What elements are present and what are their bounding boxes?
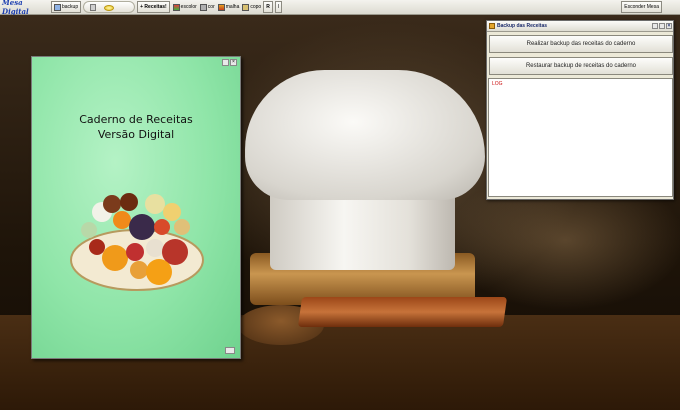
backup-window-title: Backup das Receitas [497, 23, 548, 29]
fruit-basket-image [70, 193, 204, 291]
extra-button[interactable]: I [274, 1, 283, 13]
close-icon[interactable]: × [230, 59, 237, 66]
backup-button-label: backup [62, 4, 79, 10]
add-recipes-label: + Receitas! [140, 4, 167, 10]
backup-window-titlebar[interactable]: Backup das Receitas × [487, 21, 673, 32]
minimize-icon[interactable] [222, 59, 229, 66]
tool-malha[interactable]: malha [217, 1, 241, 13]
cookbook-title-line1: Caderno de Receitas [79, 113, 193, 126]
hide-table-label: Esconder Mesa [624, 4, 659, 10]
add-recipes-button[interactable]: + Receitas! [137, 1, 170, 13]
lock-icon [90, 4, 97, 11]
backup-window-icon [489, 23, 495, 29]
cookbook-controls: × [222, 59, 237, 66]
tool-escolor[interactable]: escolor [172, 1, 198, 13]
minimize-icon[interactable] [652, 23, 658, 29]
log-area[interactable]: LOG [488, 78, 673, 197]
red-book [297, 297, 508, 327]
maximize-icon[interactable] [659, 23, 665, 29]
window-controls: × [652, 23, 673, 29]
disk-icon [54, 3, 61, 11]
r-button[interactable]: R [263, 1, 273, 13]
close-icon[interactable]: × [666, 23, 672, 29]
light-toggle-slider[interactable] [83, 1, 136, 13]
app-brand: Mesa Digital [2, 0, 29, 16]
top-toolbar: Mesa Digital backup + Receitas! escolor … [0, 0, 680, 16]
restore-backup-button[interactable]: Restaurar backup de receitas do caderno [489, 57, 673, 75]
resize-icon[interactable] [225, 347, 235, 354]
cookbook-title-line2: Versão Digital [97, 128, 175, 141]
cookbook-window[interactable]: × Caderno de Receitas Versão Digital [31, 56, 241, 359]
cookbook-title: Caderno de Receitas Versão Digital [32, 112, 240, 142]
cup-icon [242, 3, 250, 11]
hide-table-button[interactable]: Esconder Mesa [621, 1, 662, 13]
extra-button-label: I [277, 4, 280, 10]
tool-cor[interactable]: cor [199, 1, 216, 13]
color-icon [199, 3, 207, 11]
tool-escolor-label: escolor [180, 4, 197, 10]
tool-copo[interactable]: copo [241, 1, 262, 13]
light-bulb-icon [104, 5, 115, 11]
paint-icon [172, 3, 180, 11]
grid-icon [217, 3, 225, 11]
tool-malha-label: malha [225, 4, 240, 10]
r-button-label: R [266, 4, 270, 10]
chef-hat-top [245, 70, 485, 200]
tool-copo-label: copo [250, 4, 262, 10]
backup-window[interactable]: Backup das Receitas × Realizar backup da… [486, 20, 674, 200]
log-label: LOG [492, 81, 503, 87]
tool-cor-label: cor [207, 4, 215, 10]
backup-button[interactable]: backup [51, 1, 82, 13]
perform-backup-button[interactable]: Realizar backup das receitas do caderno [489, 35, 673, 53]
